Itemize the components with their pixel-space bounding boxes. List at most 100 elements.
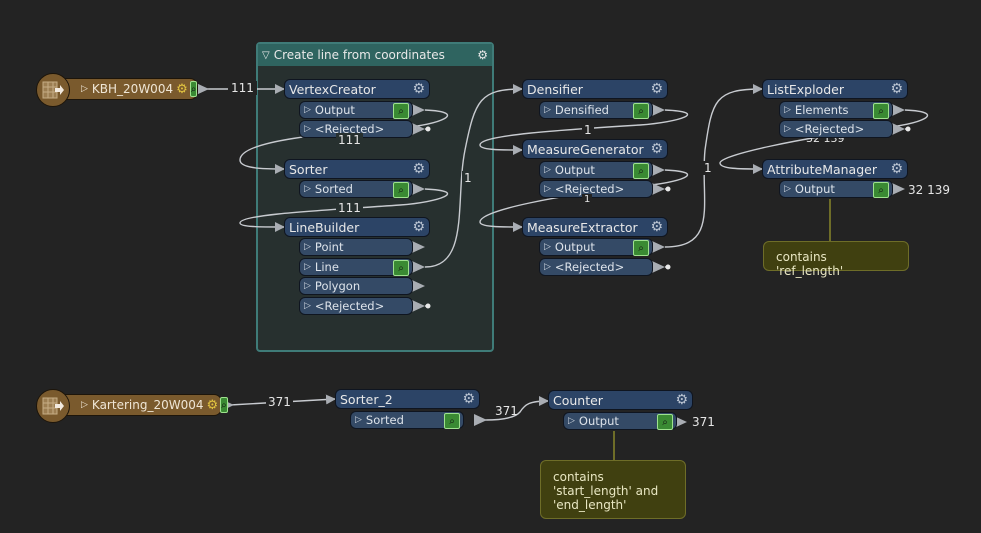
annotation-start-end-length[interactable]: contains 'start_length' and 'end_length': [540, 460, 686, 519]
expand-icon[interactable]: ▷: [784, 184, 791, 194]
expand-icon[interactable]: ▷: [81, 84, 88, 94]
expand-icon[interactable]: ▷: [568, 416, 575, 426]
inspect-icon[interactable]: ⌕: [633, 163, 649, 179]
inspect-icon[interactable]: ⌕: [633, 103, 649, 119]
reader-icon-kbh[interactable]: [36, 73, 70, 107]
gear-icon[interactable]: ⚙: [412, 81, 425, 97]
port-sorted[interactable]: ▷ Sorted ⌕: [299, 180, 413, 198]
gear-icon[interactable]: ⚙: [176, 82, 188, 97]
bookmark-header[interactable]: ▽ Create line from coordinates ⚙: [258, 44, 492, 66]
inspect-icon[interactable]: ⌕: [220, 397, 228, 413]
gear-icon[interactable]: ⚙: [890, 81, 903, 97]
expand-icon[interactable]: ▷: [304, 262, 311, 272]
gear-icon[interactable]: ⚙: [675, 392, 688, 408]
transformer-counter[interactable]: Counter ⚙: [548, 390, 693, 410]
inspect-icon[interactable]: ⌕: [873, 103, 889, 119]
feature-count: 32 139: [908, 183, 950, 197]
inspect-icon[interactable]: ⌕: [393, 103, 409, 119]
gear-icon[interactable]: ⚙: [890, 161, 903, 177]
expand-icon[interactable]: ▷: [304, 301, 311, 311]
inspect-icon[interactable]: ⌕: [657, 414, 673, 430]
transformer-densifier[interactable]: Densifier ⚙: [522, 79, 668, 99]
port-line[interactable]: ▷ Line ⌕: [299, 258, 413, 276]
gear-icon[interactable]: ⚙: [462, 391, 475, 407]
reader-kartering[interactable]: ▷ Kartering_20W004 ⚙ ⌕: [46, 394, 228, 416]
transformer-listexploder[interactable]: ListExploder ⚙: [762, 79, 908, 99]
gear-icon[interactable]: ⚙: [206, 398, 218, 413]
expand-icon[interactable]: ▷: [304, 184, 311, 194]
port-elements[interactable]: ▷ Elements ⌕: [779, 101, 893, 119]
feature-count: 1: [702, 161, 714, 175]
inspect-icon[interactable]: ⌕: [873, 182, 889, 198]
expand-icon[interactable]: ▷: [784, 105, 791, 115]
feature-count: 111: [336, 201, 363, 215]
port-label: <Rejected>: [554, 260, 625, 274]
rejected-dot: [665, 186, 671, 192]
port-label: <Rejected>: [794, 122, 865, 136]
port-output[interactable]: ▷ Output ⌕: [779, 180, 893, 198]
transformer-measureextractor[interactable]: MeasureExtractor ⚙: [522, 217, 668, 237]
expand-icon[interactable]: ▷: [544, 242, 551, 252]
port-rejected[interactable]: ▷ <Rejected>: [299, 297, 413, 315]
port-point[interactable]: ▷ Point: [299, 238, 413, 256]
port-sorted[interactable]: ▷ Sorted ⌕: [350, 411, 464, 429]
inspect-icon[interactable]: ⌕: [444, 413, 460, 429]
port-output[interactable]: ▷ Output ⌕: [539, 161, 653, 179]
transformer-name: MeasureGenerator: [527, 141, 644, 157]
gear-icon[interactable]: ⚙: [412, 219, 425, 235]
transformer-sorter[interactable]: Sorter ⚙: [284, 159, 430, 179]
gear-icon[interactable]: ⚙: [650, 219, 663, 235]
port-label: Elements: [794, 103, 849, 117]
port-output[interactable]: ▷ Output ⌕: [299, 101, 413, 119]
transformer-name: LineBuilder: [289, 219, 360, 235]
expand-icon[interactable]: ▷: [544, 184, 551, 194]
annotation-text: contains 'ref_length': [776, 250, 844, 278]
expand-icon[interactable]: ▷: [544, 105, 551, 115]
inspect-icon[interactable]: ⌕: [633, 240, 649, 256]
port-rejected[interactable]: ▷ <Rejected>: [539, 180, 653, 198]
port-rejected[interactable]: ▷ <Rejected>: [779, 120, 893, 138]
annotation-line: 'end_length': [553, 498, 627, 512]
expand-icon[interactable]: ▷: [784, 124, 791, 134]
port-label: Polygon: [314, 279, 361, 293]
port-output[interactable]: ▷ Output ⌕: [539, 238, 653, 256]
port-label: Output: [314, 103, 355, 117]
expand-icon[interactable]: ▷: [304, 105, 311, 115]
expand-icon[interactable]: ▷: [304, 124, 311, 134]
expand-icon[interactable]: ▷: [304, 242, 311, 252]
transformer-linebuilder[interactable]: LineBuilder ⚙: [284, 217, 430, 237]
annotation-ref-length[interactable]: contains 'ref_length': [763, 241, 909, 278]
feature-count: 1: [462, 171, 474, 185]
inspect-icon[interactable]: ⌕: [393, 260, 409, 276]
expand-icon[interactable]: ▷: [81, 400, 88, 410]
reader-name: Kartering_20W004: [91, 398, 204, 412]
expand-icon[interactable]: ▷: [304, 281, 311, 291]
port-rejected[interactable]: ▷ <Rejected>: [539, 258, 653, 276]
expand-icon[interactable]: ▷: [544, 262, 551, 272]
rejected-dot: [905, 126, 911, 132]
port-label: Point: [314, 240, 344, 254]
port-polygon[interactable]: ▷ Polygon: [299, 277, 413, 295]
transformer-attributemanager[interactable]: AttributeManager ⚙: [762, 159, 908, 179]
port-output[interactable]: ▷ Output ⌕: [563, 412, 677, 430]
transformer-name: Sorter: [289, 161, 328, 177]
expand-icon[interactable]: ▷: [355, 415, 362, 425]
inspect-icon[interactable]: ⌕: [393, 182, 409, 198]
gear-icon[interactable]: ⚙: [412, 161, 425, 177]
feature-count: 111: [336, 133, 363, 147]
port-densified[interactable]: ▷ Densified ⌕: [539, 101, 653, 119]
port-label: Sorted: [365, 413, 404, 427]
gear-icon[interactable]: ⚙: [477, 48, 488, 62]
transformer-sorter2[interactable]: Sorter_2 ⚙: [335, 389, 480, 409]
inspect-icon[interactable]: ⌕: [189, 81, 198, 97]
triangle-down-icon[interactable]: ▽: [262, 50, 270, 61]
expand-icon[interactable]: ▷: [544, 165, 551, 175]
transformer-name: AttributeManager: [767, 161, 877, 177]
transformer-vertexcreator[interactable]: VertexCreator ⚙: [284, 79, 430, 99]
transformer-measuregenerator[interactable]: MeasureGenerator ⚙: [522, 139, 668, 159]
feature-count: 371: [692, 415, 715, 429]
reader-icon-kartering[interactable]: [36, 389, 70, 423]
gear-icon[interactable]: ⚙: [650, 141, 663, 157]
port-label: Output: [554, 163, 595, 177]
gear-icon[interactable]: ⚙: [650, 81, 663, 97]
